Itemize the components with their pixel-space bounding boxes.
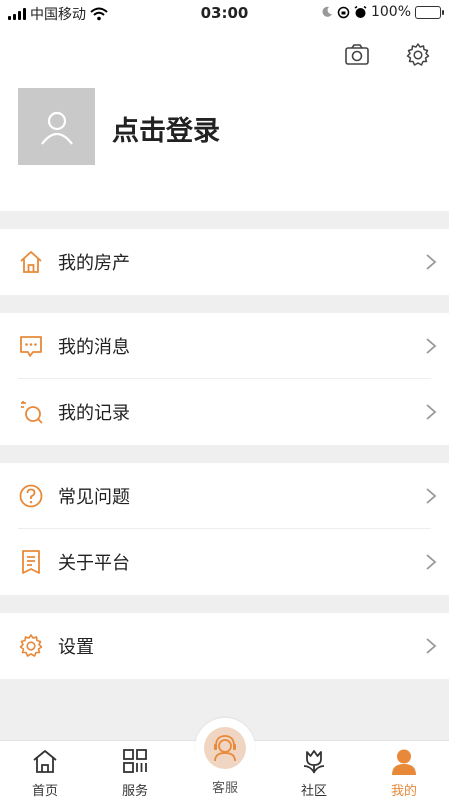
menu-group-help: 常见问题 关于平台 [0,463,449,595]
user-filled-icon [392,749,416,775]
chevron-right-icon [426,254,437,270]
settings-gear-icon[interactable] [405,42,431,68]
menu-item-my-messages[interactable]: 我的消息 [0,313,449,379]
menu-label: 我的记录 [58,403,130,424]
menu-label: 关于平台 [58,553,130,574]
gear-icon [19,634,43,657]
tab-label: 服务 [121,784,148,799]
headset-agent-icon [214,735,236,762]
avatar[interactable] [18,88,95,165]
house-icon [20,251,42,273]
tab-label-customer-service: 客服 [211,781,238,796]
menu-item-settings[interactable]: 设置 [0,613,449,679]
camera-icon[interactable] [344,42,370,68]
rotation-lock-icon [337,6,350,18]
menu-item-my-property[interactable]: 我的房产 [0,229,449,295]
message-icon [20,336,42,357]
login-link[interactable]: 点击登录 [112,109,220,148]
chevron-right-icon [426,488,437,504]
alarm-icon [354,5,367,18]
home-icon [33,750,57,773]
menu-label: 常见问题 [58,487,130,508]
tab-label: 社区 [300,784,327,799]
tab-home[interactable]: 首页 [5,741,85,800]
battery-icon [415,5,444,19]
tab-community[interactable]: 社区 [274,741,354,800]
tab-customer-service[interactable] [204,727,246,769]
chevron-right-icon [426,638,437,654]
qr-grid-icon [123,749,147,773]
user-icon [40,111,73,145]
chevron-right-icon [426,404,437,420]
menu-item-faq[interactable]: 常见问题 [0,463,449,529]
status-bar: 中国移动 03:00 100% [0,0,449,26]
moon-icon [322,6,332,17]
battery-percent: 100% [370,4,411,20]
tab-mine[interactable]: 我的 [364,741,444,800]
question-icon [19,484,43,508]
tab-label: 首页 [31,784,58,799]
menu-item-about[interactable]: 关于平台 [0,529,449,595]
menu-item-my-records[interactable]: 我的记录 [0,379,449,445]
menu-group-messages: 我的消息 我的记录 [0,313,449,445]
chevron-right-icon [426,554,437,570]
document-icon [22,550,40,574]
tab-service[interactable]: 服务 [95,741,175,800]
menu-label: 我的房产 [58,253,130,274]
record-icon [21,401,43,424]
menu-label: 设置 [58,637,94,658]
chevron-right-icon [426,338,437,354]
profile-header: 点击登录 [0,26,449,211]
menu-group-settings: 设置 [0,613,449,679]
menu-label: 我的消息 [58,337,130,358]
tulip-icon [303,750,325,774]
tab-label: 我的 [390,784,417,799]
menu-group-property: 我的房产 [0,229,449,295]
